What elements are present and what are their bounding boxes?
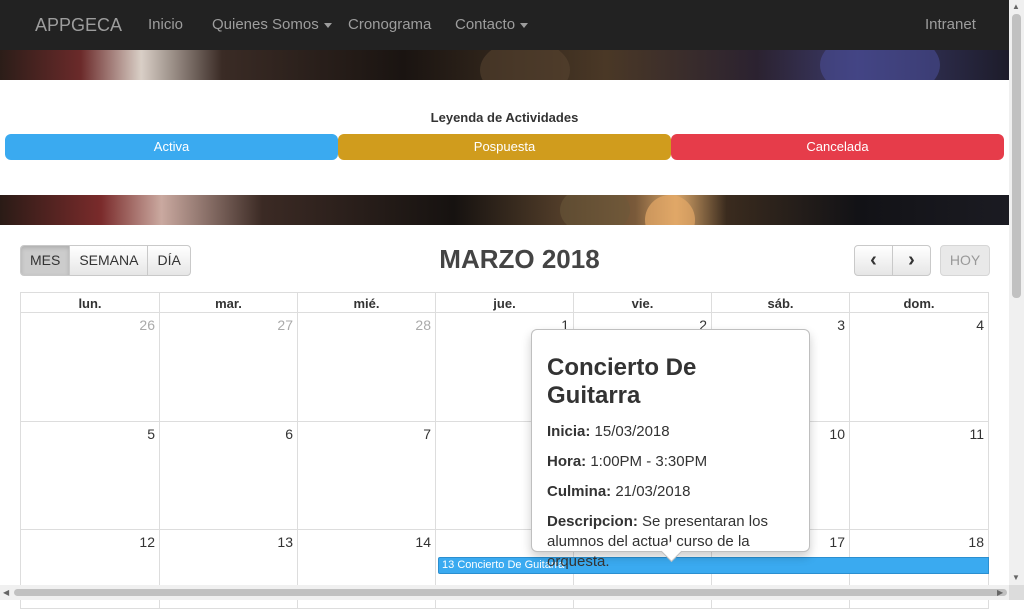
nav-cronograma[interactable]: Cronograma [348, 16, 431, 33]
nav-intranet[interactable]: Intranet [925, 16, 976, 33]
next-month-button[interactable]: › [893, 246, 930, 275]
day-cell[interactable]: 7 [297, 421, 436, 530]
day-number: 10 [829, 426, 845, 442]
horizontal-scrollbar[interactable]: ◀ ▶ [0, 585, 1009, 600]
day-number: 5 [147, 426, 155, 442]
day-number: 17 [829, 534, 845, 550]
scroll-right-icon[interactable]: ▶ [997, 588, 1003, 597]
day-number: 14 [415, 534, 431, 550]
day-number: 27 [277, 317, 293, 333]
month-grid: lun. mar. mié. jue. vie. sáb. dom. 26 27… [20, 292, 989, 609]
vertical-scroll-thumb[interactable] [1012, 14, 1021, 298]
weekday-header: vie. [573, 292, 712, 313]
day-cell[interactable]: 27 [159, 312, 298, 422]
scroll-up-icon[interactable]: ▲ [1012, 2, 1020, 11]
scroll-down-icon[interactable]: ▼ [1012, 573, 1020, 582]
scrollbar-corner [1009, 585, 1024, 600]
header-banner [0, 50, 1009, 80]
popover-title: Concierto De Guitarra [547, 354, 697, 409]
popover-end-label: Culmina: [547, 483, 612, 500]
popover-time-value: 1:00PM - 3:30PM [590, 453, 708, 470]
day-cell[interactable]: 4 [849, 312, 989, 422]
day-number: 4 [976, 317, 984, 333]
day-cell[interactable]: 6 [159, 421, 298, 530]
section-banner [0, 195, 1009, 225]
weekday-header: lun. [20, 292, 160, 313]
day-number: 6 [285, 426, 293, 442]
nav-quienes-somos[interactable]: Quienes Somos [212, 16, 332, 33]
popover-desc-label: Descripcion: [547, 513, 638, 530]
nav-contacto-label: Contacto [455, 16, 516, 33]
vertical-scrollbar[interactable]: ▲ ▼ [1009, 0, 1024, 585]
popover-time-label: Hora: [547, 453, 587, 470]
legend-activa: Activa [5, 134, 338, 160]
weekday-header: dom. [849, 292, 989, 313]
day-number: 26 [139, 317, 155, 333]
navbar: APPGECA Inicio Quienes Somos Cronograma … [0, 0, 1009, 50]
day-cell[interactable]: 26 [20, 312, 160, 422]
popover-time: Hora: 1:00PM - 3:30PM [547, 452, 794, 472]
event-time: 13 [442, 559, 455, 571]
popover-description: Descripcion: Se presentaran los alumnos … [547, 512, 794, 572]
legend-cancelada: Cancelada [671, 134, 1004, 160]
caret-down-icon [323, 22, 332, 28]
day-cell[interactable]: 28 [297, 312, 436, 422]
horizontal-scroll-thumb[interactable] [14, 589, 1007, 596]
nav-contacto[interactable]: Contacto [455, 16, 529, 33]
prev-month-button[interactable]: ‹ [855, 246, 893, 275]
day-cell[interactable]: 11 [849, 421, 989, 530]
event-popover: Concierto De Guitarra Inicia: 15/03/2018… [531, 329, 810, 570]
weekday-header: sáb. [711, 292, 850, 313]
banner-light [820, 50, 940, 80]
day-number: 12 [139, 534, 155, 550]
day-number: 3 [837, 317, 845, 333]
weekday-header: mié. [297, 292, 436, 313]
legend-pospuesta: Pospuesta [338, 134, 671, 160]
day-number: 28 [415, 317, 431, 333]
day-cell[interactable]: 5 [20, 421, 160, 530]
brand-link[interactable]: APPGECA [35, 15, 122, 36]
nav-inicio[interactable]: Inicio [148, 16, 183, 33]
banner-light [645, 195, 695, 225]
caret-down-icon [520, 22, 529, 28]
day-number: 13 [277, 534, 293, 550]
scroll-left-icon[interactable]: ◀ [3, 588, 9, 597]
legend-title: Leyenda de Actividades [430, 110, 579, 125]
weekday-header: mar. [159, 292, 298, 313]
banner-light [560, 195, 630, 225]
popover-end: Culmina: 21/03/2018 [547, 482, 794, 502]
popover-start-value: 15/03/2018 [594, 423, 670, 440]
popover-start: Inicia: 15/03/2018 [547, 422, 794, 442]
day-number: 11 [969, 426, 984, 442]
today-button[interactable]: HOY [940, 245, 990, 276]
popover-start-label: Inicia: [547, 423, 591, 440]
day-number: 18 [968, 534, 984, 550]
banner-light [480, 50, 570, 80]
popover-end-value: 21/03/2018 [615, 483, 691, 500]
calendar-nav: ‹ › [854, 245, 931, 276]
nav-quienes-somos-label: Quienes Somos [212, 16, 319, 33]
weekday-header: jue. [435, 292, 574, 313]
day-number: 7 [423, 426, 431, 442]
